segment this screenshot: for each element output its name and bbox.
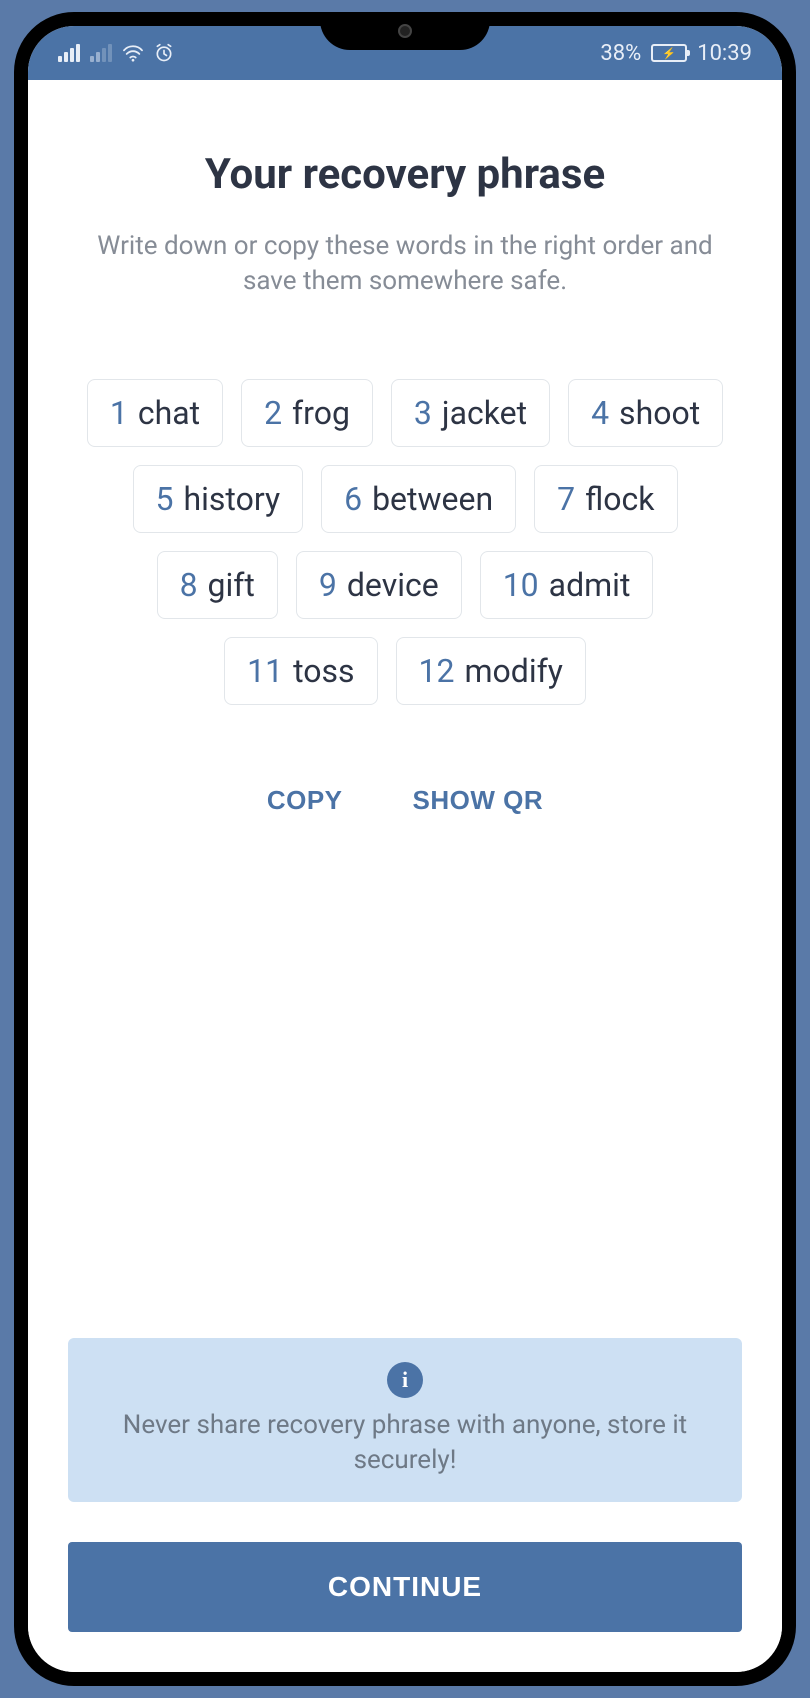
alarm-icon [154, 43, 174, 63]
device-bezel: 38% ⚡ 10:39 Your recovery phrase Write d… [14, 12, 796, 1686]
recovery-word-12: 12 modify [396, 637, 586, 705]
word-text: toss [293, 652, 354, 690]
clock-time: 10:39 [697, 41, 752, 66]
word-number: 10 [503, 566, 539, 604]
status-left [58, 43, 174, 63]
word-number: 11 [247, 652, 283, 690]
front-camera [398, 24, 412, 38]
word-text: between [372, 480, 493, 518]
recovery-word-4: 4 shoot [568, 379, 723, 447]
info-box: i Never share recovery phrase with anyon… [68, 1338, 742, 1502]
word-number: 9 [319, 566, 337, 604]
word-number: 12 [419, 652, 455, 690]
battery-icon: ⚡ [651, 44, 687, 62]
word-text: flock [585, 480, 654, 518]
recovery-word-9: 9 device [296, 551, 462, 619]
word-text: device [347, 566, 439, 604]
recovery-word-10: 10 admit [480, 551, 654, 619]
word-number: 3 [414, 394, 432, 432]
continue-button[interactable]: CONTINUE [68, 1542, 742, 1632]
recovery-word-6: 6 between [321, 465, 516, 533]
word-number: 1 [110, 394, 128, 432]
wifi-icon [122, 44, 144, 62]
show-qr-button[interactable]: SHOW QR [413, 785, 544, 816]
battery-percent: 38% [600, 41, 641, 66]
word-text: shoot [619, 394, 700, 432]
word-number: 6 [344, 480, 362, 518]
main-content: Your recovery phrase Write down or copy … [28, 80, 782, 1672]
word-number: 4 [591, 394, 609, 432]
recovery-word-5: 5 history [133, 465, 304, 533]
word-number: 7 [557, 480, 575, 518]
signal-strength-icon [58, 44, 80, 62]
page-title: Your recovery phrase [28, 150, 782, 199]
recovery-words-grid: 1 chat 2 frog 3 jacket 4 shoot [28, 379, 782, 705]
recovery-word-8: 8 gift [157, 551, 278, 619]
screen: 38% ⚡ 10:39 Your recovery phrase Write d… [28, 26, 782, 1672]
word-text: jacket [442, 394, 527, 432]
status-right: 38% ⚡ 10:39 [600, 41, 752, 66]
page-subtitle: Write down or copy these words in the ri… [88, 229, 722, 299]
recovery-word-2: 2 frog [241, 379, 373, 447]
recovery-word-11: 11 toss [224, 637, 377, 705]
info-text: Never share recovery phrase with anyone,… [98, 1408, 712, 1478]
word-number: 8 [180, 566, 198, 604]
recovery-word-3: 3 jacket [391, 379, 550, 447]
copy-button[interactable]: COPY [267, 785, 343, 816]
spacer [28, 856, 782, 1338]
notch [320, 12, 490, 50]
action-row: COPY SHOW QR [28, 785, 782, 816]
word-number: 2 [264, 394, 282, 432]
recovery-word-7: 7 flock [534, 465, 677, 533]
word-number: 5 [156, 480, 174, 518]
word-text: modify [464, 652, 562, 690]
word-text: history [183, 480, 280, 518]
word-text: frog [292, 394, 350, 432]
word-text: gift [208, 566, 255, 604]
signal-strength-secondary-icon [90, 44, 112, 62]
info-icon: i [387, 1362, 423, 1398]
word-text: admit [549, 566, 631, 604]
word-text: chat [138, 394, 200, 432]
device-frame: 38% ⚡ 10:39 Your recovery phrase Write d… [0, 0, 810, 1698]
recovery-word-1: 1 chat [87, 379, 223, 447]
